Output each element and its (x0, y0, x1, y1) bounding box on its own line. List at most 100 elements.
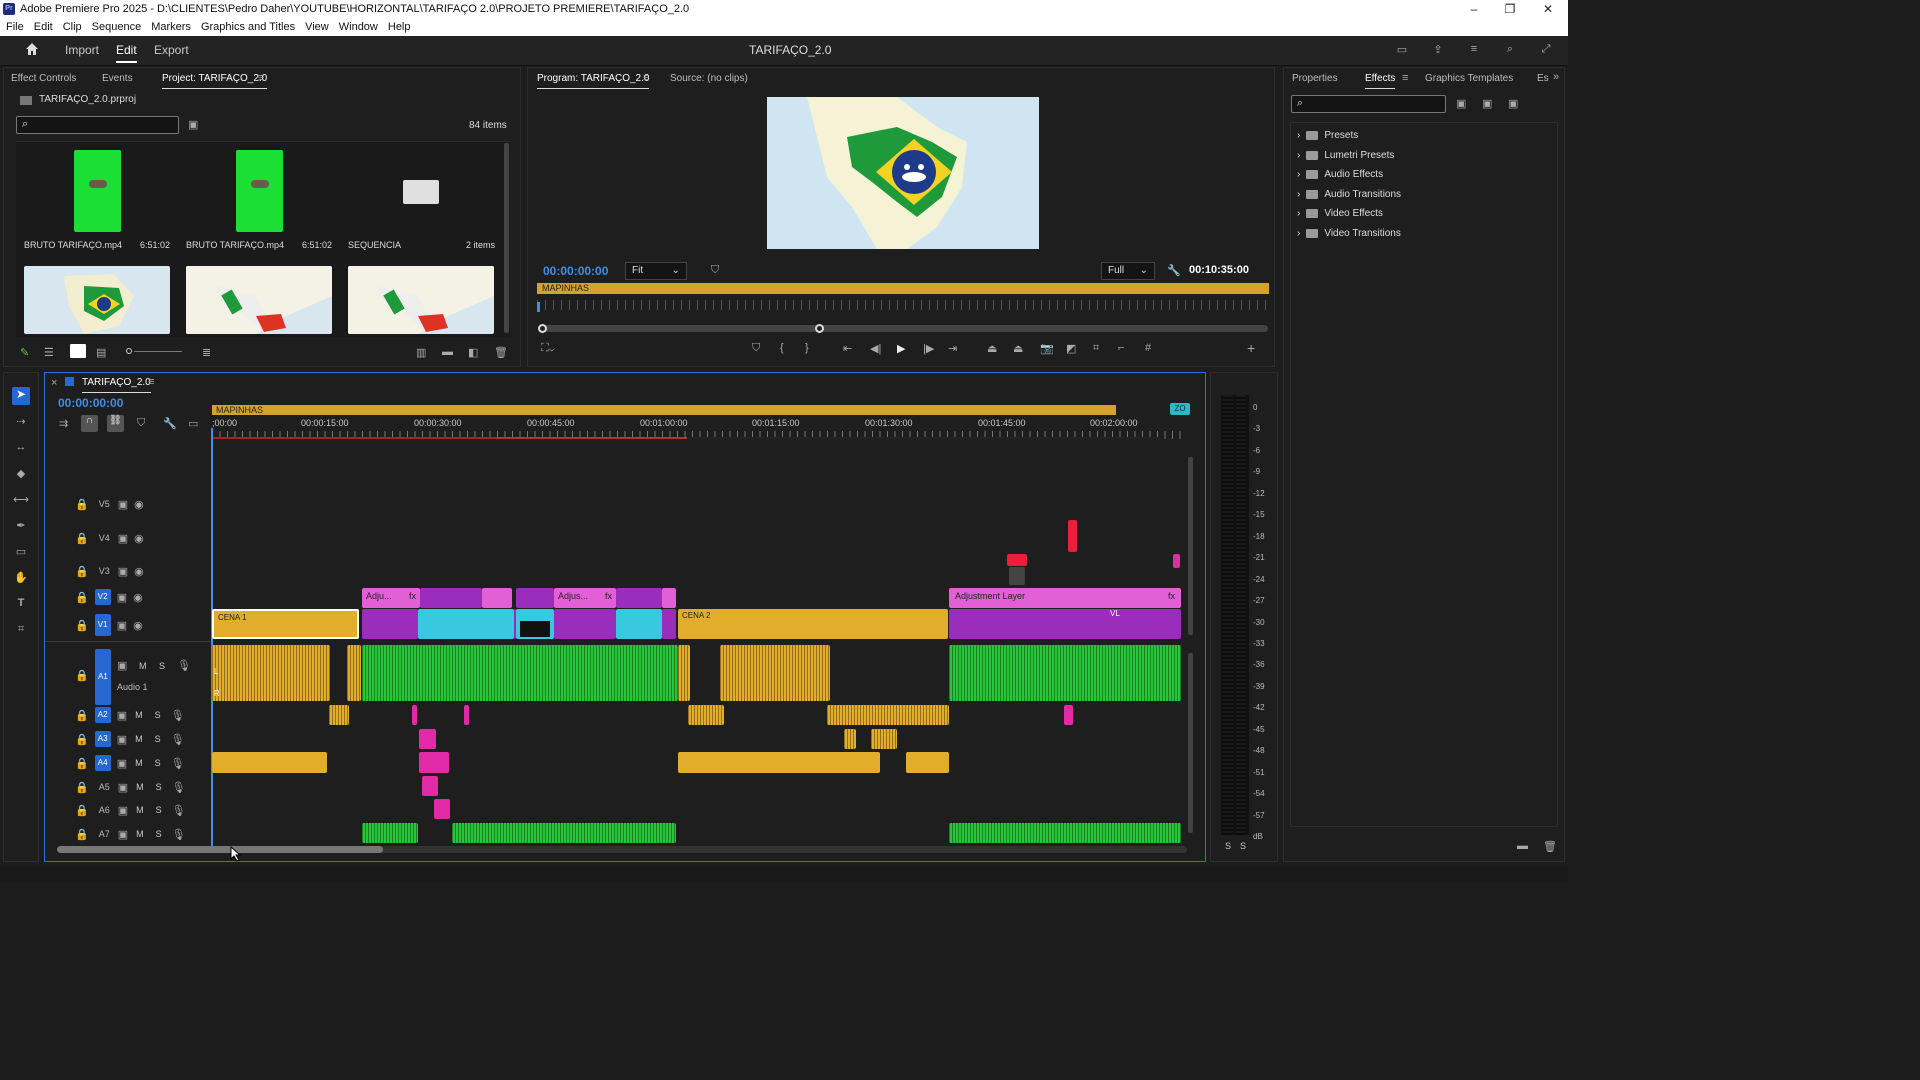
map-thumbnail[interactable] (348, 266, 494, 334)
effects-folder-lumetri[interactable]: › Lumetri Presets (1297, 146, 1394, 165)
32bit-effects-icon[interactable]: ▣ (1482, 97, 1492, 110)
export-tab[interactable]: Export (154, 43, 189, 57)
mute-button[interactable]: M (135, 734, 143, 744)
video-tracks-scrollbar[interactable] (1188, 457, 1193, 635)
timeline-timecode[interactable]: 00:00:00:00 (58, 396, 123, 410)
sync-lock-icon[interactable]: ▣ (117, 659, 127, 672)
comparison-view-icon[interactable]: ◩ (1066, 342, 1076, 355)
insert-settings-icon[interactable]: ⛶⌄ (541, 342, 555, 355)
solo-button[interactable]: S (156, 829, 162, 839)
track-target-a2[interactable]: A2 (94, 707, 111, 723)
program-video-frame[interactable] (767, 97, 1039, 249)
caption-tool-icon[interactable]: ⌗ (12, 623, 30, 636)
panel-menu-icon[interactable]: ≡ (643, 72, 649, 84)
eye-icon[interactable]: ◉ (133, 619, 143, 632)
menu-sequence[interactable]: Sequence (92, 19, 142, 36)
program-zoom-bar[interactable] (542, 325, 1268, 332)
track-target-a4[interactable]: A4 (94, 755, 111, 771)
menu-view[interactable]: View (305, 19, 329, 36)
solo-button[interactable]: S (156, 805, 162, 815)
microphone-icon[interactable]: 🎙 (172, 804, 186, 817)
fullscreen-icon[interactable]: ⤢ (1538, 43, 1554, 56)
lock-icon[interactable]: 🔒 (75, 781, 89, 794)
eye-icon[interactable]: ◉ (133, 591, 143, 604)
adjustment-layer-clip[interactable] (420, 588, 482, 608)
step-back-icon[interactable]: ◀| (870, 342, 881, 355)
pen-tool-icon[interactable]: ✒ (12, 519, 30, 532)
audio-clip-a3[interactable] (844, 729, 856, 749)
panel-menu-icon[interactable]: ≡ (258, 72, 264, 84)
extract-icon[interactable]: ⏏ (1013, 342, 1023, 355)
effects-folder-presets[interactable]: › Presets (1297, 126, 1358, 145)
wrench-icon[interactable]: 🔧 (1167, 264, 1181, 277)
solo-left-button[interactable]: S (1225, 841, 1231, 851)
add-marker-icon[interactable]: ⛉ (752, 342, 760, 355)
step-forward-icon[interactable]: |▶ (923, 342, 934, 355)
effects-folder-audio-transitions[interactable]: › Audio Transitions (1297, 185, 1401, 204)
close-button[interactable]: ✕ (1529, 0, 1567, 19)
menu-file[interactable]: File (6, 19, 24, 36)
export-frame-icon[interactable]: 📷 (1040, 342, 1054, 355)
audio-clip-a1[interactable] (720, 645, 830, 701)
quality-dropdown[interactable]: Full ⌄ (1101, 262, 1155, 280)
workspaces-icon[interactable]: ▭ (1394, 43, 1410, 56)
linked-selection-icon[interactable]: ⛓ (107, 415, 124, 432)
fit-dropdown[interactable]: Fit ⌄ (625, 262, 687, 280)
ripple-edit-tool-icon[interactable]: ↔ (12, 441, 30, 453)
audio-clip-a1[interactable] (212, 645, 330, 701)
list-view-icon[interactable]: ☰ (44, 346, 54, 359)
safe-margins-icon[interactable]: ⛉ (711, 264, 719, 277)
lock-icon[interactable]: 🔒 (75, 591, 89, 604)
selection-tool-icon[interactable]: ➤ (12, 387, 30, 405)
audio-clip-a2[interactable] (827, 705, 949, 725)
clip-v3[interactable] (1009, 567, 1025, 585)
trash-icon[interactable]: 🗑 (1543, 840, 1557, 853)
captions-icon[interactable]: ▭ (188, 417, 198, 430)
lock-icon[interactable]: 🔒 (75, 532, 89, 545)
lock-icon[interactable]: 🔒 (75, 757, 89, 770)
effects-folder-audio-effects[interactable]: › Audio Effects (1297, 165, 1383, 184)
audio-clip-a2[interactable] (688, 705, 724, 725)
go-to-out-icon[interactable]: ⇥ (948, 342, 957, 355)
minimize-button[interactable]: – (1455, 0, 1493, 19)
add-marker-icon[interactable]: ⛉ (137, 417, 145, 430)
lock-icon[interactable]: 🔒 (75, 828, 89, 841)
hand-tool-icon[interactable]: ✋ (12, 571, 30, 584)
track-target-a3[interactable]: A3 (94, 731, 111, 747)
grid-icon[interactable]: # (1145, 342, 1151, 354)
tab-effect-controls[interactable]: Effect Controls (11, 73, 76, 84)
adjustment-layer-clip[interactable] (516, 588, 554, 608)
video-clip[interactable] (616, 609, 662, 639)
map-thumbnail[interactable] (24, 266, 170, 334)
lock-icon[interactable]: 🔒 (75, 709, 89, 722)
go-to-in-icon[interactable]: ⇤ (843, 342, 852, 355)
solo-button[interactable]: S (159, 661, 165, 671)
microphone-icon[interactable]: 🎙 (171, 709, 185, 722)
mark-in-icon[interactable]: { (780, 342, 784, 354)
rectangle-tool-icon[interactable]: ▭ (12, 545, 30, 558)
mark-out-icon[interactable]: } (805, 342, 809, 354)
clip-v4[interactable] (1068, 520, 1077, 552)
eye-icon[interactable]: ◉ (134, 565, 144, 578)
menu-graphics[interactable]: Graphics and Titles (201, 19, 295, 36)
close-sequence-icon[interactable]: × (51, 377, 57, 389)
clip-thumbnail[interactable] (236, 150, 283, 232)
solo-button[interactable]: S (155, 710, 161, 720)
clip-v3[interactable] (1173, 554, 1180, 568)
track-target-a1[interactable]: A1 (95, 649, 111, 705)
sync-lock-icon[interactable]: ▣ (118, 828, 128, 841)
audio-clip-a7[interactable] (949, 823, 1181, 843)
pencil-icon[interactable]: ✎ (20, 346, 29, 359)
audio-clip-a1[interactable] (678, 645, 690, 701)
adjustment-layer-clip[interactable]: Adju... fx (362, 588, 420, 608)
audio-clip-a6[interactable] (434, 799, 450, 819)
clip-thumbnail[interactable] (74, 150, 121, 232)
eye-icon[interactable]: ◉ (134, 532, 144, 545)
audio-clip-a2[interactable] (412, 705, 417, 725)
more-tabs-icon[interactable]: » (1553, 71, 1559, 83)
sync-lock-icon[interactable]: ▣ (118, 781, 128, 794)
icon-view-icon[interactable] (70, 344, 86, 358)
tab-graphics-templates[interactable]: Graphics Templates (1425, 73, 1513, 84)
menu-help[interactable]: Help (388, 19, 411, 36)
mute-button[interactable]: M (136, 805, 144, 815)
